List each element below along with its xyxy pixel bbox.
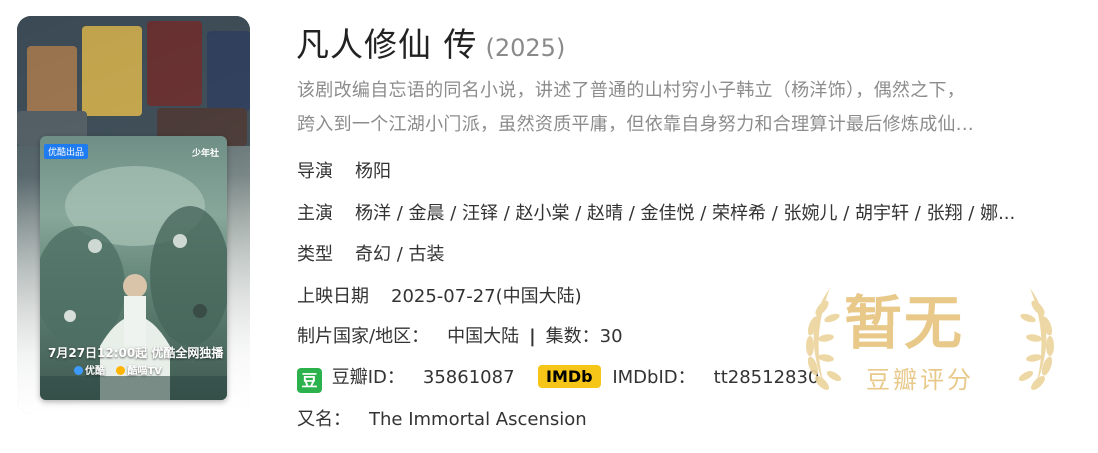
genre-value: 奇幻 / 古装 xyxy=(355,244,445,265)
youku-icon xyxy=(74,366,83,375)
cast-label: 主演 xyxy=(297,203,333,224)
alias-label: 又名： xyxy=(297,409,351,430)
alias-value: The Immortal Ascension xyxy=(369,409,587,430)
poster-date-text: 7月27日12:00起 优酷全网独播 xyxy=(48,346,224,360)
episodes-value: 30 xyxy=(599,326,623,347)
imdb-id-label: IMDbID： xyxy=(612,367,696,388)
douban-icon: 豆 xyxy=(297,368,322,393)
episodes-label: 集数： xyxy=(545,326,600,347)
poster-platforms: 优酷 酷喵TV xyxy=(74,362,162,377)
genre-row: 类型 奇幻 / 古装 xyxy=(297,240,445,266)
cast-value[interactable]: 杨洋 / 金晨 / 汪铎 / 赵小棠 / 赵晴 / 金佳悦 / 荣梓希 / 张婉… xyxy=(355,203,1015,224)
director-value[interactable]: 杨阳 xyxy=(355,161,391,182)
release-row: 上映日期 2025-07-27(中国大陆) xyxy=(297,282,582,308)
ids-row: 豆 豆瓣ID： 35861087 IMDb IMDbID： tt28512830 xyxy=(297,363,819,393)
episodes-separator: | xyxy=(529,326,536,347)
poster-badge: 优酷出品 xyxy=(44,144,89,159)
douban-id-value[interactable]: 35861087 xyxy=(423,367,515,388)
kumiao-icon xyxy=(116,366,126,375)
douban-id-label: 豆瓣ID： xyxy=(331,367,405,388)
director-label: 导演 xyxy=(297,161,333,182)
region-value: 中国大陆 xyxy=(447,326,520,347)
description-line-1: 该剧改编自忘语的同名小说，讲述了普通的山村穷小子韩立（杨洋饰），偶然之下， xyxy=(297,80,966,101)
genre-label: 类型 xyxy=(297,244,333,265)
alias-row: 又名： The Immortal Ascension xyxy=(297,405,587,431)
cast-row: 主演 杨洋 / 金晨 / 汪铎 / 赵小棠 / 赵晴 / 金佳悦 / 荣梓希 / … xyxy=(297,199,1087,225)
poster-image[interactable]: 优酷出品 少年社 7月27日12:00起 优酷全网独播 优酷 酷喵TV xyxy=(40,136,227,400)
release-value: 2025-07-27(中国大陆) xyxy=(391,286,582,307)
region-row: 制片国家/地区： 中国大陆 | 集数：30 xyxy=(297,322,623,348)
rating-main-text: 暂无 xyxy=(844,289,965,357)
description: 该剧改编自忘语的同名小说，讲述了普通的山村穷小子韩立（杨洋饰），偶然之下， 跨入… xyxy=(297,74,1087,142)
title-text: 凡人修仙 传 xyxy=(296,25,478,64)
rating-badge: 暂无 豆瓣评分 xyxy=(780,268,1080,418)
release-label: 上映日期 xyxy=(297,286,369,307)
rating-sub-text: 豆瓣评分 xyxy=(866,366,974,394)
region-label: 制片国家/地区： xyxy=(297,326,430,347)
page-title: 凡人修仙 传 (2025) xyxy=(296,18,565,66)
title-year: (2025) xyxy=(485,34,566,62)
platform-2: 酷喵TV xyxy=(127,366,163,377)
poster-brand: 少年社 xyxy=(191,149,219,159)
imdb-logo-icon: IMDb xyxy=(538,365,601,388)
platform-1: 优酷 xyxy=(85,366,105,377)
director-row: 导演 杨阳 xyxy=(297,157,391,183)
description-line-2: 跨入到一个江湖小门派，虽然资质平庸，但依靠自身努力和合理算计最后修炼成仙... xyxy=(297,114,974,135)
